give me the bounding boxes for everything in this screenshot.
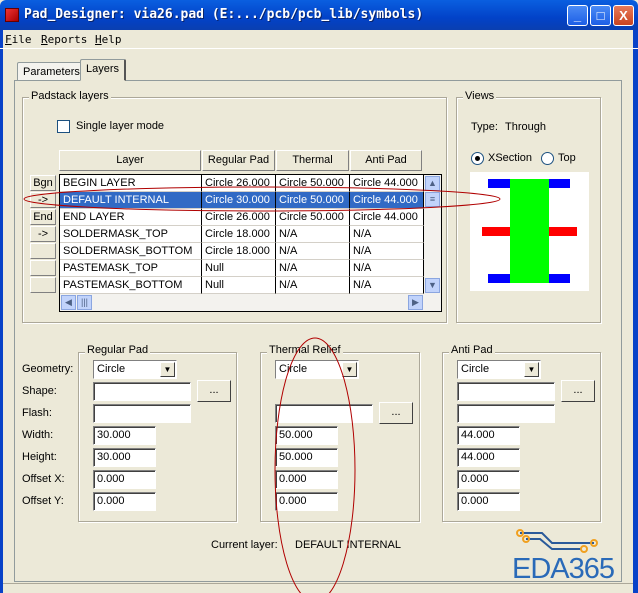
- annotation-overlay: [23, 186, 501, 593]
- eda365-logo-icon: [516, 529, 598, 553]
- annotation-ellipse-thermal: [274, 337, 356, 593]
- annotation-ellipse-row: [23, 186, 501, 212]
- eda365-watermark: EDA365: [512, 553, 615, 585]
